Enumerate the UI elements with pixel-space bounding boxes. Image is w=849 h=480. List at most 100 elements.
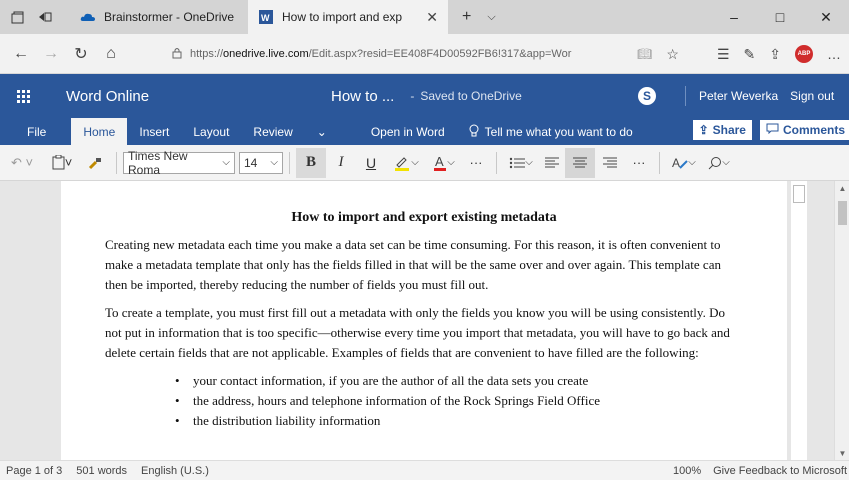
vertical-scrollbar[interactable]: ▲ ▼: [834, 181, 849, 460]
adblock-icon[interactable]: ABP: [795, 45, 813, 63]
chevron-down-icon[interactable]: ⌵: [487, 11, 495, 24]
italic-button[interactable]: I: [326, 148, 356, 178]
list-item: the address, hours and telephone informa…: [175, 391, 743, 411]
find-search-icon[interactable]: ⌵: [702, 148, 736, 178]
chevron-down-icon: ⌵: [270, 157, 278, 168]
tab-manager-icon[interactable]: [10, 10, 24, 24]
tab-plus-area: + ⌵: [448, 0, 496, 34]
share-arrow-icon: ⇪: [698, 123, 709, 137]
reading-view-icon[interactable]: 📖︎: [637, 47, 652, 61]
url-field[interactable]: https://onedrive.live.com/Edit.aspx?resi…: [172, 42, 672, 66]
onedrive-cloud-icon: [80, 10, 96, 24]
give-feedback-link[interactable]: Give Feedback to Microsoft: [713, 465, 847, 477]
tab-insert[interactable]: Insert: [127, 118, 181, 145]
comments-button[interactable]: Comments: [759, 120, 849, 140]
paragraph: Creating new metadata each time you make…: [105, 237, 721, 292]
more-paragraph-options-button[interactable]: ···: [625, 148, 653, 178]
align-center-icon[interactable]: [565, 147, 595, 178]
format-painter-icon[interactable]: [80, 148, 110, 178]
bullets-list-icon[interactable]: ⌵: [503, 148, 539, 178]
tab-file[interactable]: File: [0, 118, 71, 145]
toolbar-divider: [496, 151, 497, 174]
tell-me-label: Tell me what you want to do: [484, 124, 633, 139]
address-bar-actions: 📖︎ ☆ ☰ ✎ ⇪ ABP …: [637, 34, 849, 74]
user-name[interactable]: Peter Weverka: [699, 89, 778, 103]
comment-bubble-icon: [766, 123, 779, 137]
page-count: Page 1 of 3: [6, 464, 63, 477]
url-text: https://onedrive.live.com/Edit.aspx?resi…: [190, 48, 572, 60]
new-tab-icon[interactable]: +: [462, 8, 471, 26]
browser-tab-strip: Brainstormer - OneDrive W How to import …: [0, 0, 849, 34]
pen-notes-icon[interactable]: ✎: [744, 46, 756, 63]
maximize-button[interactable]: □: [757, 9, 803, 25]
app-name[interactable]: Word Online: [66, 88, 149, 105]
tab-layout[interactable]: Layout: [181, 118, 241, 145]
document-canvas: How to import and export existing metada…: [0, 181, 849, 460]
minimize-button[interactable]: –: [711, 9, 757, 25]
back-arrow-icon[interactable]: ←: [6, 45, 36, 63]
tell-me-box[interactable]: Tell me what you want to do: [457, 118, 645, 145]
home-toolbar: ↶ ˅ ˅ Times New Roma ⌵ 14 ⌵ B I U ⌵ A ⌵ ·…: [0, 145, 849, 181]
close-window-button[interactable]: ✕: [803, 9, 849, 26]
list-item: your contact information, if you are the…: [175, 371, 743, 391]
scroll-up-icon[interactable]: ▲: [835, 181, 849, 195]
more-menu-icon[interactable]: …: [827, 46, 841, 62]
word-count[interactable]: 501 words: [76, 465, 127, 477]
share-button[interactable]: ⇪ Share: [692, 120, 752, 140]
language[interactable]: English (U.S.): [141, 465, 209, 477]
paragraph: To create a template, you must first fil…: [105, 305, 730, 360]
page-scroll-thumb[interactable]: [793, 185, 805, 203]
dash-separator: -: [410, 89, 415, 103]
lightbulb-icon: [469, 124, 479, 140]
undo-icon[interactable]: ↶ ˅: [0, 148, 44, 178]
document-heading: How to import and export existing metada…: [291, 210, 557, 225]
app-launcher-icon[interactable]: [0, 89, 46, 103]
refresh-icon[interactable]: ↻: [66, 44, 96, 64]
tab-brainstormer[interactable]: Brainstormer - OneDrive: [70, 0, 248, 34]
zoom-level[interactable]: 100%: [673, 465, 701, 477]
tab-how-to-import[interactable]: W How to import and exp ✕: [248, 0, 448, 34]
tab-home[interactable]: Home: [71, 118, 128, 145]
paste-clipboard-icon[interactable]: ˅: [44, 148, 80, 178]
scrollbar-thumb[interactable]: [838, 201, 847, 225]
close-icon[interactable]: ✕: [426, 9, 438, 26]
toolbar-divider: [659, 151, 660, 174]
align-left-icon[interactable]: [539, 148, 565, 178]
align-right-icon[interactable]: [595, 148, 625, 178]
highlight-color-icon[interactable]: ⌵: [386, 148, 426, 178]
document-name[interactable]: How to ...: [331, 88, 394, 105]
status-bar: Page 1 of 3 501 words English (U.S.) 100…: [0, 460, 849, 480]
font-name-dropdown[interactable]: Times New Roma ⌵: [123, 149, 235, 177]
page-scroll-track: [791, 181, 807, 460]
styles-icon[interactable]: A ⌵: [666, 148, 702, 178]
bold-button[interactable]: B: [296, 147, 326, 178]
list-item: the distribution liability information: [175, 411, 743, 431]
lock-icon: [172, 47, 182, 62]
set-aside-tabs-icon[interactable]: [38, 10, 52, 24]
share-icon[interactable]: ⇪: [769, 46, 781, 63]
sign-out-link[interactable]: Sign out: [790, 89, 834, 103]
skype-icon[interactable]: S: [638, 87, 656, 105]
more-tabs-chevron-icon[interactable]: ⌄: [305, 118, 339, 145]
more-font-options-button[interactable]: ···: [462, 148, 490, 178]
tab-review[interactable]: Review: [241, 118, 304, 145]
user-area: Peter Weverka Sign out: [699, 74, 834, 118]
tab-title: Brainstormer - OneDrive: [104, 10, 235, 24]
document-title-area: How to ... - Saved to OneDrive: [331, 74, 522, 118]
forward-arrow-icon[interactable]: →: [36, 45, 66, 63]
tab-title: How to import and exp: [282, 10, 403, 24]
favorite-star-icon[interactable]: ☆: [666, 46, 679, 63]
bullet-list: your contact information, if you are the…: [105, 371, 743, 431]
share-label: Share: [712, 123, 746, 137]
underline-button[interactable]: U: [356, 148, 386, 178]
scroll-down-icon[interactable]: ▼: [835, 446, 849, 460]
document-page[interactable]: How to import and export existing metada…: [61, 181, 787, 460]
favorites-hub-icon[interactable]: ☰: [717, 46, 730, 63]
tab-actions: [0, 0, 70, 34]
address-bar-row: ← → ↻ ⌂ https://onedrive.live.com/Edit.a…: [0, 34, 849, 74]
font-size-dropdown[interactable]: 14 ⌵: [239, 151, 283, 174]
home-icon[interactable]: ⌂: [96, 45, 126, 63]
open-in-word-button[interactable]: Open in Word: [359, 118, 457, 145]
word-doc-icon: W: [258, 10, 274, 24]
font-color-icon[interactable]: A ⌵: [426, 148, 462, 178]
